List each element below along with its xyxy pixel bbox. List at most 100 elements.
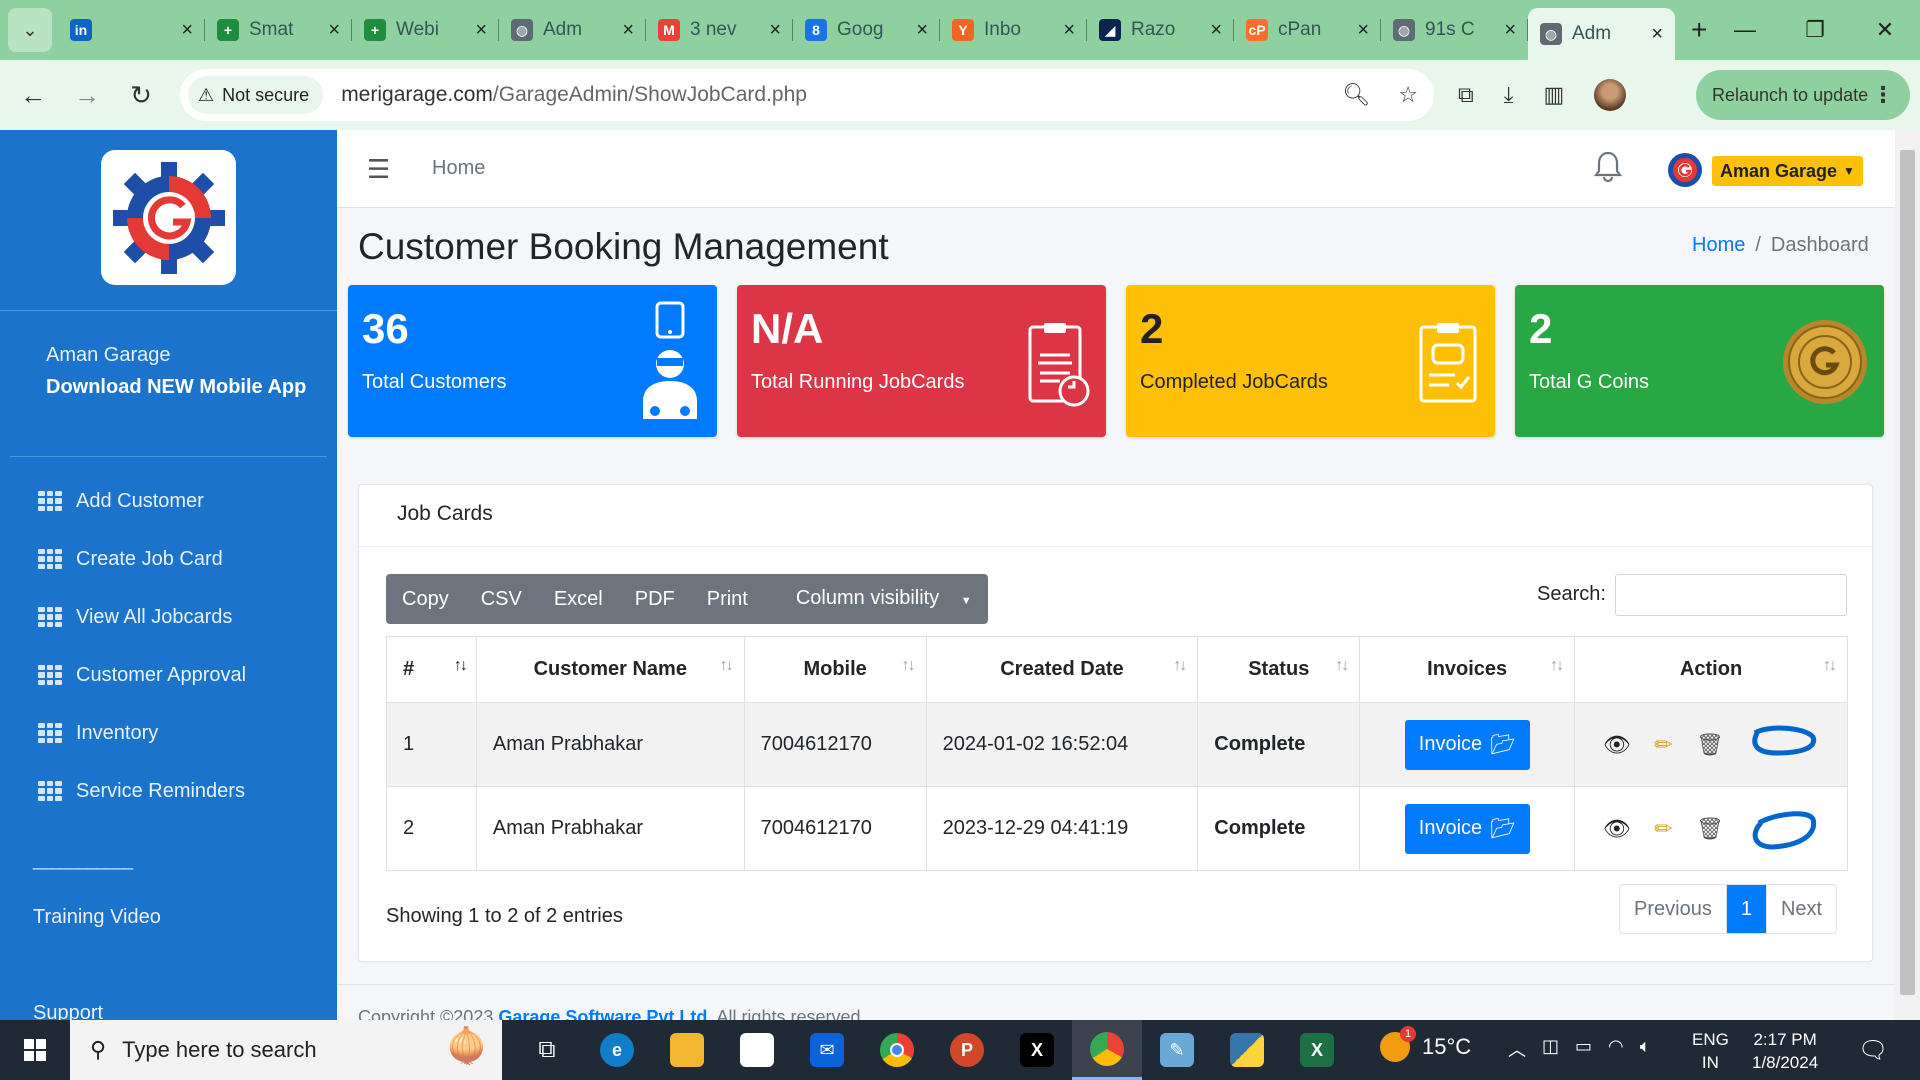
previous-page-button[interactable]: Previous xyxy=(1620,885,1727,933)
view-eye-icon[interactable]: 👁︎ xyxy=(1603,816,1631,842)
taskbar-file-explorer[interactable] xyxy=(652,1020,722,1080)
invoice-button[interactable]: Invoice 📂︎ xyxy=(1404,719,1530,770)
sidebar-item-training-video[interactable]: Training Video xyxy=(33,906,161,929)
relaunch-button[interactable]: Relaunch to update ⋮ xyxy=(1696,70,1910,120)
delete-trash-icon[interactable]: 🗑︎ xyxy=(1696,732,1724,758)
taskbar-powerpoint[interactable]: P xyxy=(932,1020,1002,1080)
taskbar-store[interactable] xyxy=(722,1020,792,1080)
taskbar-python[interactable] xyxy=(1212,1020,1282,1080)
stat-card-g-coins[interactable]: 2 Total G Coins xyxy=(1515,285,1884,437)
stat-card-total-customers[interactable]: 36 Total Customers xyxy=(348,285,717,437)
battery-icon[interactable]: ▭ xyxy=(1575,1036,1592,1062)
column-header[interactable]: Action ↑↓ xyxy=(1574,636,1848,703)
browser-tab[interactable]: + Webi × xyxy=(352,9,499,51)
close-tab-icon[interactable]: × xyxy=(622,19,634,42)
browser-tab[interactable]: ◍ Adm × xyxy=(1528,8,1675,60)
browser-tab[interactable]: ◢ Razo × xyxy=(1087,9,1234,51)
edit-pencil-icon[interactable]: ✏︎ xyxy=(1654,732,1672,758)
browser-tab[interactable]: 8 Goog × xyxy=(793,9,940,51)
close-tab-icon[interactable]: × xyxy=(181,19,193,42)
invoice-button[interactable]: Invoice 📂︎ xyxy=(1404,803,1530,854)
bell-icon[interactable] xyxy=(1593,150,1623,182)
sidebar-item-customer-approval[interactable]: Customer Approval xyxy=(38,646,246,704)
extensions-icon[interactable]: ⧉ xyxy=(1458,82,1474,108)
user-name[interactable]: Aman Garage xyxy=(46,344,171,367)
clock[interactable]: 2:17 PM 1/8/2024 xyxy=(1752,1028,1818,1074)
column-header[interactable]: Invoices ↑↓ xyxy=(1359,636,1576,703)
pdf-button[interactable]: PDF xyxy=(619,574,691,624)
reload-button[interactable]: ↻ xyxy=(114,80,168,111)
stat-card-completed-jobcards[interactable]: 2 Completed JobCards xyxy=(1126,285,1495,437)
browser-tab[interactable]: + Smat × xyxy=(205,9,352,51)
back-button[interactable]: ← xyxy=(6,80,60,111)
taskbar-excel[interactable]: X xyxy=(1282,1020,1352,1080)
taskbar-notes[interactable]: ✎ xyxy=(1142,1020,1212,1080)
column-header[interactable]: Created Date ↑↓ xyxy=(925,636,1199,703)
browser-menu-icon[interactable]: ⋮ xyxy=(1872,82,1894,108)
print-button[interactable]: Print xyxy=(691,574,764,624)
restore-button[interactable]: ❐ xyxy=(1780,17,1850,43)
taskbar-mail[interactable]: ✉ xyxy=(792,1020,862,1080)
close-tab-icon[interactable]: × xyxy=(1063,19,1075,42)
zoom-icon[interactable]: 🔍︎ xyxy=(1342,82,1370,108)
column-visibility-button[interactable]: Column visibility ▼ xyxy=(764,573,988,626)
browser-tab[interactable]: in × xyxy=(58,9,205,51)
close-tab-icon[interactable]: × xyxy=(1504,19,1516,42)
sidebar-item-inventory[interactable]: Inventory xyxy=(38,704,246,762)
garage-selector[interactable]: Aman Garage ▼ xyxy=(1712,156,1863,186)
task-view-button[interactable]: ⧉ xyxy=(512,1020,582,1080)
close-tab-icon[interactable]: × xyxy=(1651,23,1663,46)
search-input[interactable] xyxy=(1615,574,1847,616)
page-scrollbar[interactable] xyxy=(1895,130,1920,1020)
column-header[interactable]: Mobile ↑↓ xyxy=(743,636,927,703)
browser-tab[interactable]: ◍ Adm × xyxy=(499,9,646,51)
close-window-button[interactable]: ✕ xyxy=(1850,17,1920,43)
volume-icon[interactable]: 🔈︎ xyxy=(1640,1036,1651,1062)
new-tab-button[interactable]: + xyxy=(1691,14,1707,46)
hamburger-menu-icon[interactable]: ☰ xyxy=(367,154,390,185)
camera-icon[interactable]: ◫ xyxy=(1542,1036,1559,1062)
delete-trash-icon[interactable]: 🗑︎ xyxy=(1696,816,1724,842)
copy-button[interactable]: Copy xyxy=(386,574,465,624)
tab-search-button[interactable]: ⌄ xyxy=(8,8,52,52)
close-tab-icon[interactable]: × xyxy=(328,19,340,42)
close-tab-icon[interactable]: × xyxy=(475,19,487,42)
chevron-up-icon[interactable]: ︿ xyxy=(1508,1036,1526,1062)
sidebar-item-view-all-jobcards[interactable]: View All Jobcards xyxy=(38,588,246,646)
profile-avatar[interactable] xyxy=(1594,79,1627,111)
side-panel-icon[interactable]: ▥ xyxy=(1543,82,1564,108)
notification-icon[interactable]: 🗨︎ xyxy=(1858,1036,1888,1065)
page-1-button[interactable]: 1 xyxy=(1726,885,1767,933)
browser-tab[interactable]: cP cPan × xyxy=(1234,9,1381,51)
close-tab-icon[interactable]: × xyxy=(1357,19,1369,42)
taskbar-x[interactable]: X xyxy=(1002,1020,1072,1080)
nav-home-link[interactable]: Home xyxy=(432,157,485,180)
garage-logo[interactable] xyxy=(101,150,236,285)
csv-button[interactable]: CSV xyxy=(465,574,538,624)
close-tab-icon[interactable]: × xyxy=(769,19,781,42)
weather-widget[interactable]: 1 15°C xyxy=(1380,1026,1471,1062)
excel-button[interactable]: Excel xyxy=(538,574,619,624)
taskbar-edge[interactable]: e xyxy=(582,1020,652,1080)
taskbar-chrome[interactable] xyxy=(862,1020,932,1080)
column-header[interactable]: Status ↑↓ xyxy=(1197,636,1361,703)
stat-card-running-jobcards[interactable]: N/A Total Running JobCards xyxy=(737,285,1106,437)
sidebar-item-create-job-card[interactable]: Create Job Card xyxy=(38,530,246,588)
language-indicator[interactable]: ENG IN xyxy=(1692,1028,1729,1074)
bookmark-star-icon[interactable]: ☆ xyxy=(1398,82,1418,108)
browser-tab[interactable]: Y Inbo × xyxy=(940,9,1087,51)
start-button[interactable] xyxy=(0,1039,70,1061)
download-app-link[interactable]: Download NEW Mobile App xyxy=(46,376,306,399)
view-eye-icon[interactable]: 👁︎ xyxy=(1603,732,1631,758)
download-icon[interactable]: ⤓ xyxy=(1504,82,1514,108)
close-tab-icon[interactable]: × xyxy=(916,19,928,42)
sidebar-item-service-reminders[interactable]: Service Reminders xyxy=(38,762,246,820)
browser-tab[interactable]: M 3 nev × xyxy=(646,9,793,51)
browser-tab[interactable]: ◍ 91s C × xyxy=(1381,9,1528,51)
address-bar[interactable]: ⚠ Not secure merigarage.com/GarageAdmin/… xyxy=(180,69,1434,121)
security-chip[interactable]: ⚠ Not secure xyxy=(188,76,324,114)
taskbar-search[interactable]: ⚲ Type here to search 🧅 xyxy=(70,1020,502,1080)
column-header[interactable]: # ↑↓ xyxy=(386,636,477,703)
url-text[interactable]: merigarage.com/GarageAdmin/ShowJobCard.p… xyxy=(341,83,807,107)
taskbar-chrome-profile[interactable] xyxy=(1072,1020,1142,1080)
